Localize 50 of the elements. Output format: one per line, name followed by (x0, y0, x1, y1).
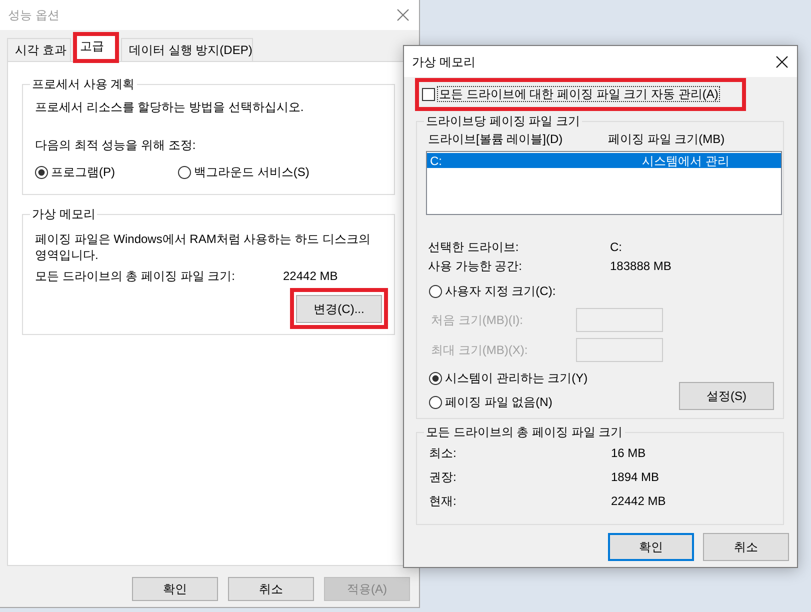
radio-label: 페이징 파일 없음(N) (445, 394, 552, 410)
close-icon (776, 56, 788, 68)
radio-label: 백그라운드 서비스(S) (194, 164, 310, 180)
radio-label: 프로그램(P) (51, 164, 115, 180)
column-header: 페이징 파일 크기(MB) (608, 131, 725, 147)
field-label: 최대 크기(MB)(X): (431, 342, 529, 358)
list-row[interactable]: C: 시스템에서 관리 (427, 153, 781, 168)
radio-button[interactable] (429, 372, 442, 384)
push-button[interactable]: 확인 (132, 577, 218, 601)
total-label: 현재: (429, 493, 458, 509)
checkbox[interactable] (422, 88, 435, 100)
window-title: 성능 옵션 (8, 7, 60, 23)
total-value: 1894 MB (611, 469, 660, 485)
total-label: 최소: (429, 445, 458, 461)
description-text: 페이징 파일은 Windows에서 RAM처럼 사용하는 하드 디스크의 영역입니다. (35, 231, 372, 263)
column-header: 드라이브[볼륨 레이블](D) (428, 131, 564, 147)
push-button[interactable]: 취소 (228, 577, 314, 601)
list-cell-text: C: (430, 154, 443, 168)
group-title: 모든 드라이브의 총 페이징 파일 크기 (425, 424, 624, 440)
push-button[interactable]: 설정(S) (679, 382, 774, 410)
detail-label: 선택한 드라이브: (428, 239, 520, 255)
radio-button[interactable] (429, 396, 442, 408)
radio-label: 사용자 지정 크기(C): (445, 283, 556, 299)
detail-label: 사용 가능한 공간: (428, 258, 524, 274)
push-button[interactable]: 확인 (608, 533, 694, 561)
tab[interactable]: 시각 효과 (7, 38, 71, 61)
checkbox-label[interactable]: 모든 드라이브에 대한 페이징 파일 크기 자동 관리(A) (437, 86, 720, 102)
description-text: 프로세서 리소스를 할당하는 방법을 선택하십시오. (35, 99, 305, 115)
radio-button[interactable] (35, 166, 48, 178)
group-title: 드라이브당 페이징 파일 크기 (425, 113, 582, 129)
total-value: 16 MB (611, 445, 646, 461)
radio-button[interactable] (429, 284, 442, 298)
prompt-text: 다음의 최적 성능을 위해 조정: (35, 137, 197, 153)
push-button[interactable]: 변경(C)... (296, 295, 382, 323)
list-cell: 시스템에서 관리 (642, 154, 730, 168)
detail-value: 183888 MB (610, 258, 672, 274)
detail-value: C: (610, 239, 622, 255)
total-label: 권장: (429, 469, 458, 485)
total-value: 22442 MB (283, 268, 338, 284)
push-button[interactable]: 취소 (703, 533, 789, 561)
radio-label: 시스템이 관리하는 크기(Y) (445, 370, 588, 386)
tab[interactable]: 데이터 실행 방지(DEP) (121, 38, 253, 61)
window-title: 가상 메모리 (412, 54, 476, 70)
total-label: 모든 드라이브의 총 페이징 파일 크기: (35, 268, 236, 284)
field-label: 처음 크기(MB)(I): (431, 312, 524, 328)
total-value: 22442 MB (611, 493, 666, 509)
close-icon (397, 9, 409, 21)
radio-button[interactable] (178, 166, 191, 178)
group-title: 가상 메모리 (31, 206, 96, 222)
group-title: 프로세서 사용 계획 (31, 76, 136, 92)
